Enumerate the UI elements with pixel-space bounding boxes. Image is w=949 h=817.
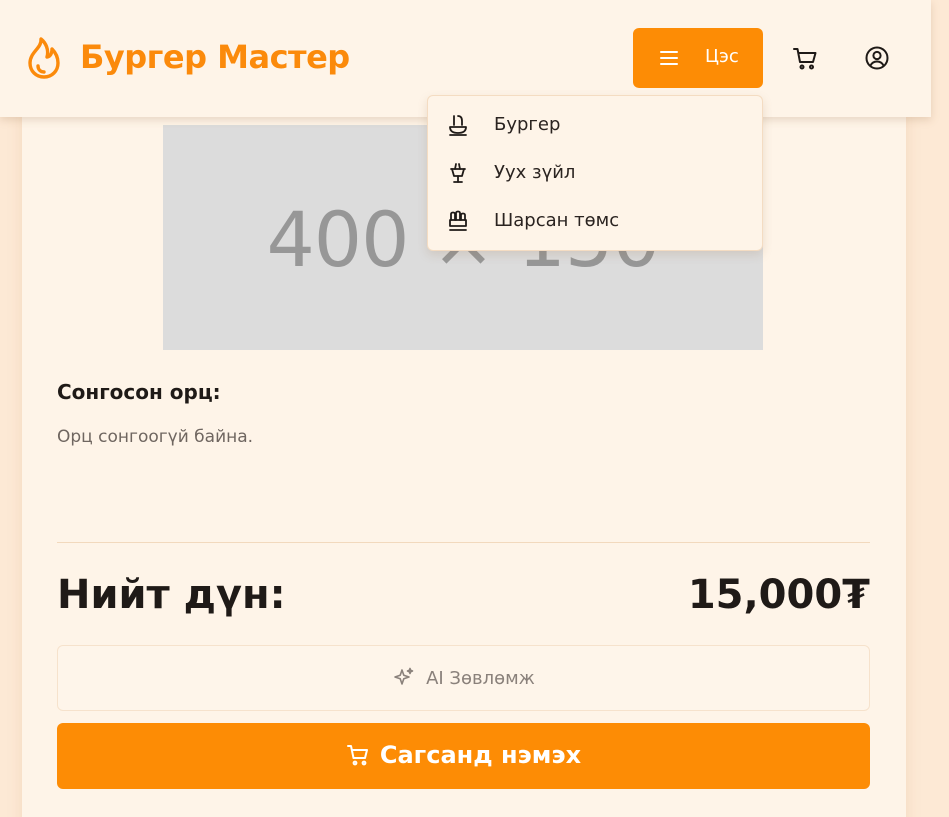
menu-button[interactable]: Цэс bbox=[633, 28, 763, 88]
menu-dropdown: Бургер Уух зүйл Шарсан төмс bbox=[427, 95, 763, 251]
ai-recommendation-label: AI Зөвлөмж bbox=[426, 667, 535, 689]
fries-icon bbox=[449, 210, 467, 231]
add-to-cart-label: Сагсанд нэмэх bbox=[379, 741, 582, 769]
drink-icon bbox=[450, 163, 466, 183]
cart-icon[interactable] bbox=[791, 44, 819, 72]
total-label: Нийт дүн: bbox=[57, 572, 286, 618]
menu-item-fries[interactable]: Шарсан төмс bbox=[428, 200, 762, 244]
add-to-cart-button[interactable]: Сагсанд нэмэх bbox=[57, 723, 870, 789]
brand-name[interactable]: Бургер Мастер bbox=[80, 38, 350, 76]
flame-icon bbox=[28, 37, 60, 79]
sparkles-icon bbox=[394, 667, 414, 685]
selected-ingredients-empty: Орц сонгоогүй байна. bbox=[57, 427, 254, 447]
user-circle-icon[interactable] bbox=[863, 44, 891, 72]
cart-icon bbox=[346, 745, 368, 766]
burger-icon bbox=[449, 115, 467, 136]
selected-ingredients-title: Сонгосон орц: bbox=[57, 380, 221, 404]
divider bbox=[57, 542, 870, 543]
menu-item-label: Шарсан төмс bbox=[494, 210, 620, 231]
menu-item-label: Бургер bbox=[494, 114, 561, 135]
hamburger-icon bbox=[660, 51, 678, 65]
menu-item-drinks[interactable]: Уух зүйл bbox=[428, 152, 762, 196]
menu-item-label: Уух зүйл bbox=[494, 162, 576, 183]
ai-recommendation-button[interactable]: AI Зөвлөмж bbox=[57, 645, 870, 711]
menu-item-burger[interactable]: Бургер bbox=[428, 104, 762, 148]
total-value: 15,000₮ bbox=[687, 572, 870, 618]
menu-button-label: Цэс bbox=[705, 46, 739, 67]
